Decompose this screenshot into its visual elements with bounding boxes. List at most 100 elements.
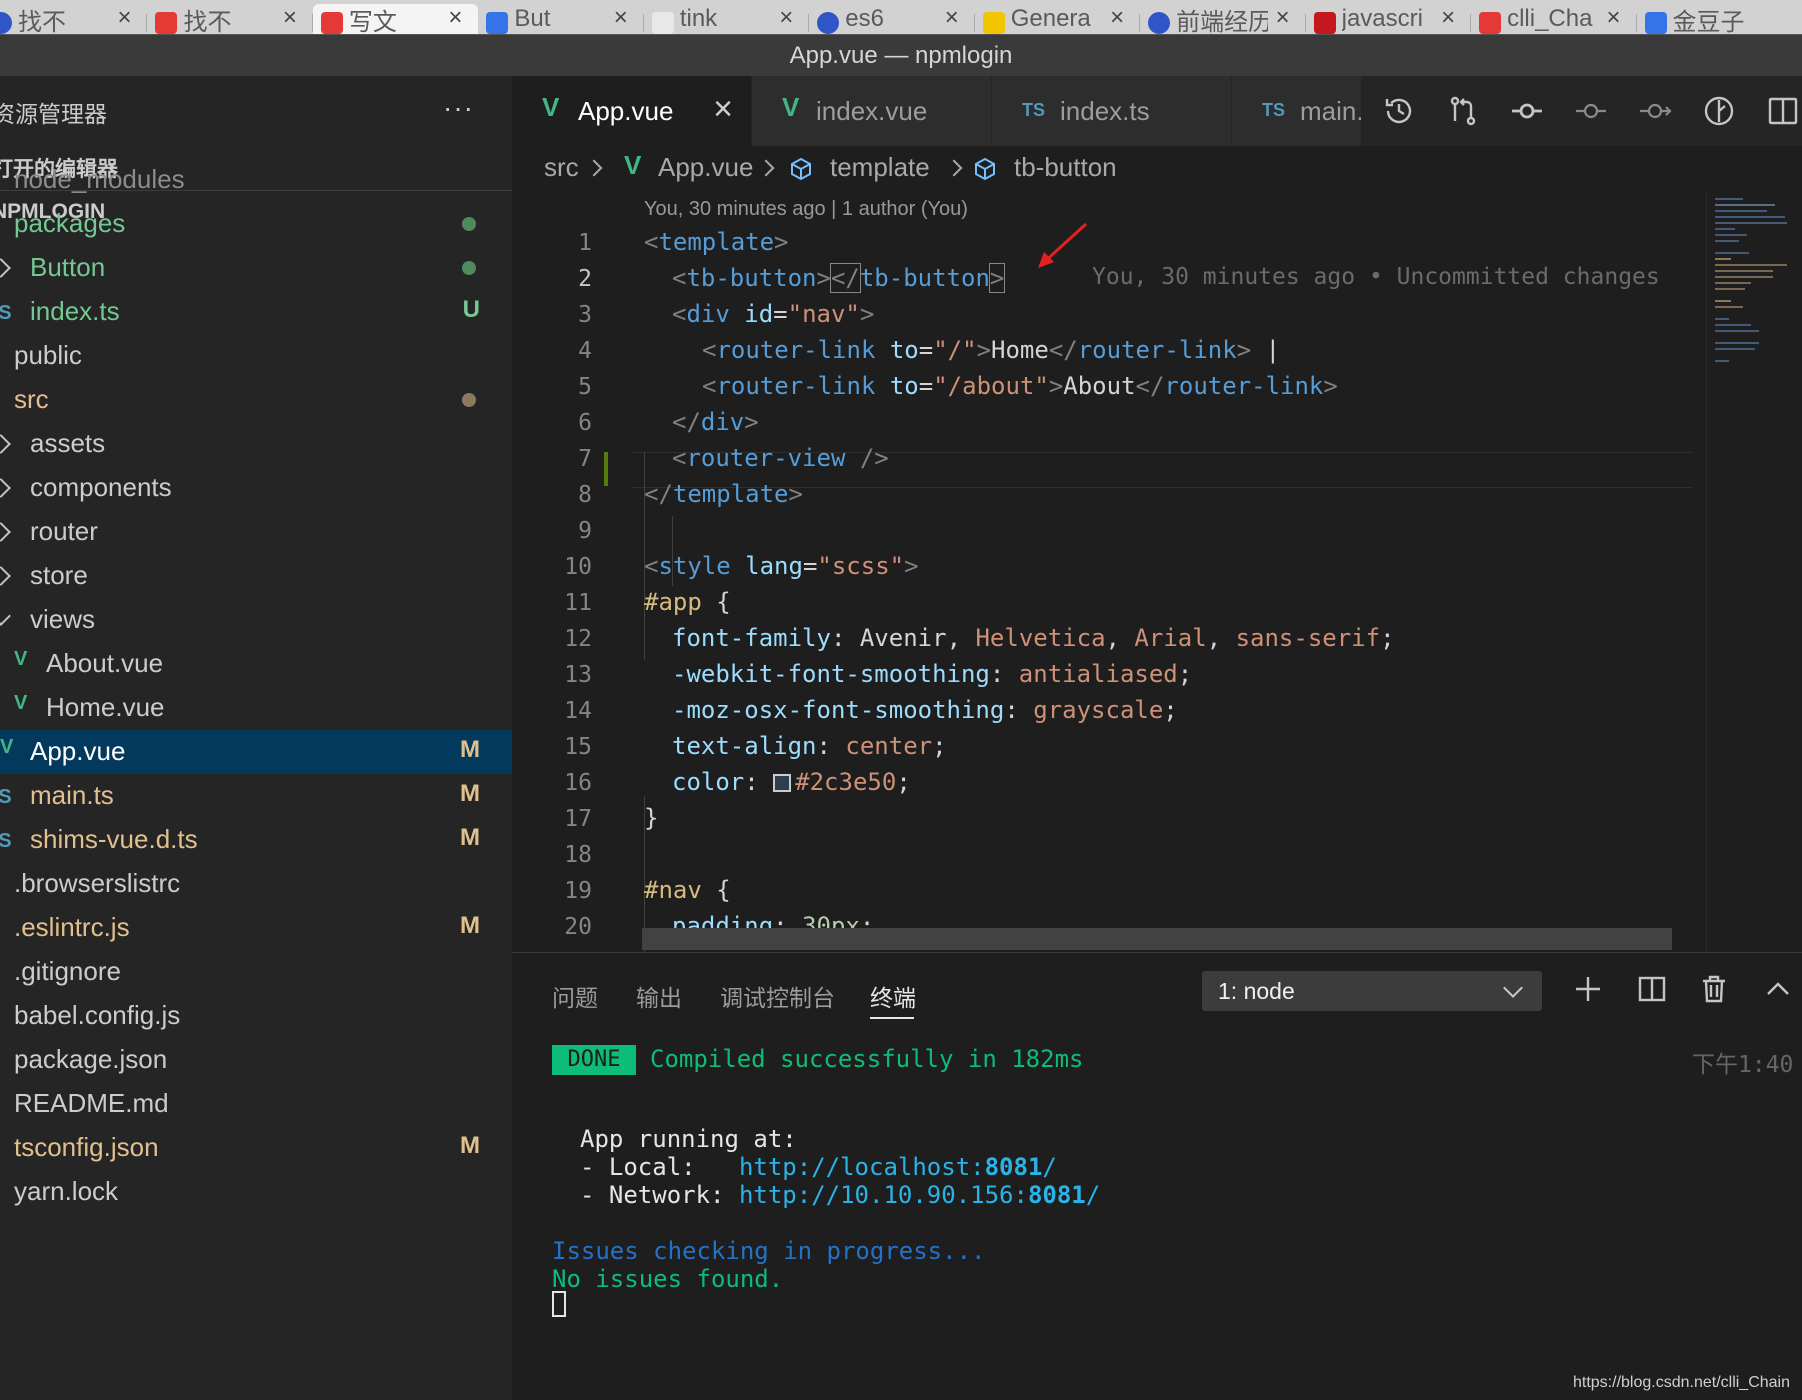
local-url-link[interactable]: http://localhost:8081/ [739,1153,1057,1181]
tree-item-components[interactable]: components [0,466,512,510]
maximize-panel-icon[interactable] [1762,973,1794,1005]
chevron-down-icon [0,606,11,626]
tree-item-assets[interactable]: assets [0,422,512,466]
tree-item-node-modules[interactable]: node_modules [0,158,512,202]
git-blame-header[interactable]: You, 30 minutes ago | 1 author (You) [644,198,968,221]
tree-item-index-ts[interactable]: TS index.ts U [0,290,512,334]
breadcrumb-template[interactable]: template [830,152,930,183]
close-tab-icon[interactable]: × [713,90,733,129]
browser-tab[interactable]: Genera × [975,4,1141,34]
chevron-right-icon [0,434,11,454]
horizontal-scrollbar[interactable] [642,928,1672,950]
code-line-4: <router-link to="/">Home</router-link> | [702,336,1281,364]
close-icon[interactable]: × [283,4,297,32]
tree-item-main-ts[interactable]: TS main.ts M [0,774,512,818]
tree-item-babel-config-js[interactable]: babel.config.js [0,994,512,1038]
tree-item-readme-md[interactable]: README.md [0,1082,512,1126]
tree-item-tsconfig-json[interactable]: tsconfig.json M [0,1126,512,1170]
browser-tab-active[interactable]: 写文 × [312,4,479,34]
browser-tab[interactable]: javascri × [1306,4,1472,34]
network-url-link[interactable]: http://10.10.90.156:8081/ [739,1181,1100,1209]
tree-item-label: packages [14,208,126,238]
line-number: 20 [564,914,592,940]
tree-item-shims-vue-d-ts[interactable]: TS shims-vue.d.ts M [0,818,512,862]
split-editor-icon[interactable] [1766,94,1800,128]
tree-item-label: tsconfig.json [14,1132,159,1162]
tree-item-label: node_modules [14,164,185,194]
browser-tab[interactable]: es6 × [809,4,975,34]
chevron-right-icon [945,159,963,177]
trash-icon[interactable] [1698,973,1730,1005]
tree-item-label: .gitignore [14,956,121,986]
code-line-12: font-family: Avenir, Helvetica, Arial, s… [672,624,1395,652]
next-revision-icon[interactable] [1638,94,1672,128]
tree-item-label: index.ts [30,296,120,326]
tab-output[interactable]: 输出 [636,979,682,1013]
breadcrumb-tb-button[interactable]: tb-button [1014,152,1117,183]
tab-problems[interactable]: 问题 [552,979,598,1013]
tab-debug-console[interactable]: 调试控制台 [720,979,835,1013]
compare-changes-icon[interactable] [1446,94,1480,128]
line-number: 18 [564,842,592,868]
new-terminal-icon[interactable] [1572,973,1604,1005]
close-icon[interactable]: × [1441,4,1455,32]
chevron-right-icon [0,566,11,586]
close-icon[interactable]: × [945,4,959,32]
close-icon[interactable]: × [779,4,793,32]
terminal-select[interactable]: 1: node [1202,971,1542,1011]
more-actions-icon[interactable]: ··· [443,92,474,124]
tab-index-vue[interactable]: V index.vue [752,76,992,146]
breadcrumb-file[interactable]: App.vue [658,152,753,183]
tree-item-router[interactable]: router [0,510,512,554]
window-title-bar: App.vue — npmlogin [0,34,1802,76]
tree-item-label: public [14,340,82,370]
close-icon[interactable]: × [448,4,462,32]
tab-main-ts[interactable]: TS main. [1232,76,1362,146]
browser-tab[interactable]: 找不 × [147,4,313,34]
line-number: 14 [564,698,592,724]
tree-item-home-vue[interactable]: V Home.vue [0,686,512,730]
color-swatch[interactable] [773,774,792,792]
previous-revision-icon[interactable] [1574,94,1608,128]
close-icon[interactable]: × [1607,4,1621,32]
generic-icon [651,12,674,34]
edge-icon [486,12,509,34]
tree-item-package-json[interactable]: package.json [0,1038,512,1082]
tree-item-packages[interactable]: packages [0,202,512,246]
inline-blame[interactable]: You, 30 minutes ago • Uncommitted change… [1092,264,1660,290]
browser-tab[interactable]: 前端经历 × [1140,4,1306,34]
browser-tab[interactable]: But × [478,4,644,34]
timeline-icon[interactable] [1702,94,1736,128]
tree-item-views[interactable]: views [0,598,512,642]
tab-index-ts[interactable]: TS index.ts [992,76,1232,146]
tree-item-public[interactable]: public [0,334,512,378]
tree-item-app-vue[interactable]: V App.vue M [0,730,512,774]
tree-item-about-vue[interactable]: V About.vue [0,642,512,686]
minimap[interactable] [1706,190,1802,952]
browser-tab[interactable]: clli_Cha × [1471,4,1637,34]
browser-tab[interactable]: 金豆子 [1637,4,1802,34]
close-icon[interactable]: × [1276,4,1290,32]
tree-item-gitignore[interactable]: .gitignore [0,950,512,994]
tree-item-button[interactable]: Button [0,246,512,290]
tab-terminal[interactable]: 终端 [870,979,916,1013]
close-icon[interactable]: × [614,4,628,32]
close-icon[interactable]: × [1110,4,1124,32]
tree-item-eslintrc-js[interactable]: .eslintrc.js M [0,906,512,950]
browser-tab[interactable]: 找不 × [0,4,148,34]
git-commit-icon[interactable] [1510,94,1544,128]
tree-item-browserslistrc[interactable]: .browserslistrc [0,862,512,906]
history-icon[interactable] [1382,94,1416,128]
tree-item-yarn-lock[interactable]: yarn.lock [0,1170,512,1214]
breadcrumb-src[interactable]: src [544,152,579,183]
split-terminal-icon[interactable] [1636,973,1668,1005]
tree-item-store[interactable]: store [0,554,512,598]
tab-app-vue[interactable]: V App.vue × [512,76,752,146]
close-icon[interactable]: × [117,4,131,32]
line-number: 19 [564,878,592,904]
code-editor[interactable]: You, 30 minutes ago | 1 author (You) 123… [512,190,1802,952]
code-line-6: </div> [672,408,759,436]
chevron-right-icon [0,258,11,278]
browser-tab[interactable]: tink × [644,4,810,34]
tree-item-src[interactable]: src [0,378,512,422]
